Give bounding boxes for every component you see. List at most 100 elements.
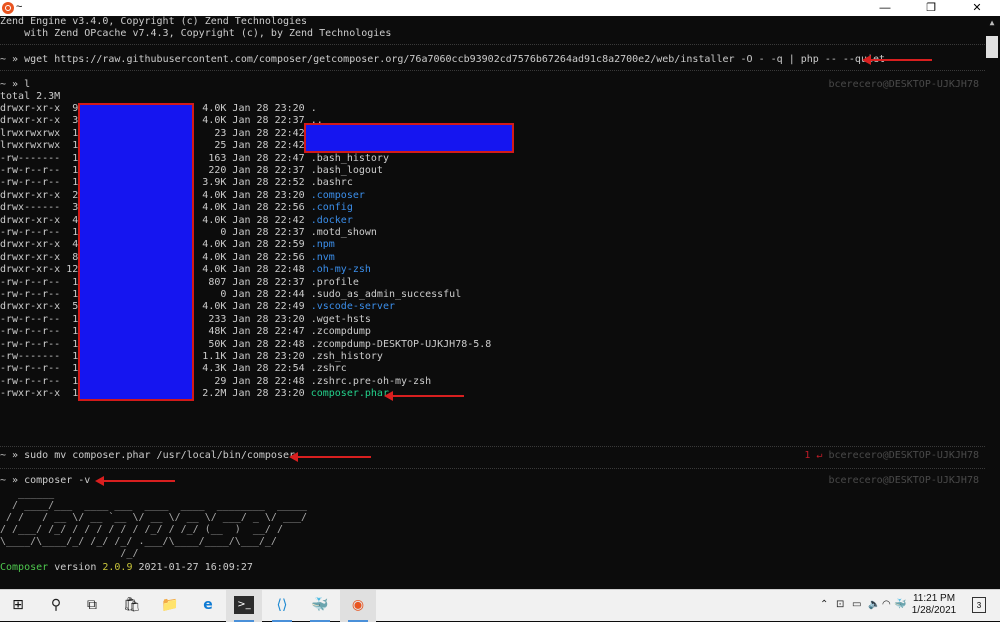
listing-name: .zshrc.pre-oh-my-zsh xyxy=(310,375,432,387)
volume-icon[interactable]: 🔈 xyxy=(868,599,880,610)
listing-size: 4.0K xyxy=(202,214,227,226)
listing-name: .vscode-server xyxy=(310,301,395,313)
listing-links: 9 xyxy=(66,103,79,114)
listing-size: 29 xyxy=(202,375,227,387)
scroll-up-arrow-icon[interactable]: ▲ xyxy=(986,18,998,32)
listing-perms: -rw-r--r-- xyxy=(0,227,61,238)
taskbar-item[interactable]: e xyxy=(190,590,226,622)
taskbar-item[interactable]: ⚲ xyxy=(38,590,74,622)
notification-center-icon[interactable]: 3 xyxy=(972,597,986,613)
version-date: 2021-01-27 16:09:27 xyxy=(132,562,253,573)
listing-name: .npm xyxy=(310,239,335,251)
listing-perms: drwxr-xr-x xyxy=(0,239,61,251)
close-button[interactable]: ✕ xyxy=(954,0,1000,16)
chevron-up-icon[interactable]: ⌃ xyxy=(820,599,828,610)
taskbar-item[interactable]: ◉ xyxy=(340,590,376,622)
taskbar-item[interactable]: ⧉ xyxy=(74,590,110,622)
listing-links: 12 xyxy=(66,264,79,276)
listing-size: 4.0K xyxy=(202,301,227,313)
annotation-arrow xyxy=(384,391,464,401)
terminal-scrollbar[interactable] xyxy=(985,16,1000,589)
taskbar-clock[interactable]: 11:21 PM 1/28/2021 xyxy=(904,593,964,617)
listing-name: .motd_shown xyxy=(310,227,377,238)
listing-size: 163 xyxy=(202,152,227,164)
listing-links: 3 xyxy=(66,202,79,214)
terminal-header-line: Zend Engine v3.4.0, Copyright (c) Zend T… xyxy=(0,16,308,27)
listing-date: Jan 28 22:48 xyxy=(232,375,305,387)
annotation-arrow xyxy=(95,476,175,486)
listing-row: -rw-r--r-- 1 0 Jan 28 22:44 .sudo_as_adm… xyxy=(0,289,461,301)
wifi-icon[interactable]: ◠ xyxy=(882,599,891,610)
search-icon: ⚲ xyxy=(50,597,62,613)
taskbar-item[interactable]: 🛍 xyxy=(114,590,150,622)
right-prompt-user: bcerecero@DESKTOP-UJKJH78 xyxy=(828,450,979,461)
minimize-button[interactable]: — xyxy=(862,0,908,16)
listing-perms: drwxr-xr-x xyxy=(0,189,61,201)
listing-size: 233 xyxy=(202,313,227,325)
listing-size: 25 xyxy=(202,140,227,152)
prompt-symbol: ~ » xyxy=(0,450,19,461)
command-ls: l xyxy=(24,79,31,90)
clock-date: 1/28/2021 xyxy=(911,605,957,616)
exit-status: 1 ↵ xyxy=(804,450,823,461)
listing-date: Jan 28 22:49 xyxy=(232,301,305,313)
command-wget: wget https://raw.githubusercontent.com/c… xyxy=(24,54,886,65)
listing-links: 1 xyxy=(66,326,79,338)
ubuntu-icon xyxy=(2,2,14,14)
vscode-icon: ⟨⟩ xyxy=(276,597,288,613)
listing-perms: drwxr-xr-x xyxy=(0,301,61,313)
taskbar-item[interactable]: >_ xyxy=(226,590,262,622)
listing-links: 1 xyxy=(66,165,79,176)
listing-name: .zshrc xyxy=(310,363,347,375)
annotation-arrow xyxy=(289,452,371,462)
listing-links: 1 xyxy=(66,375,79,387)
listing-perms: -rw-r--r-- xyxy=(0,338,61,350)
listing-perms: -rwxr-xr-x xyxy=(0,388,61,400)
prompt-line: ~ » composer -v xyxy=(0,475,90,487)
listing-date: Jan 28 22:56 xyxy=(232,251,305,263)
listing-links: 2 xyxy=(66,189,79,201)
network-icon[interactable]: ⊡ xyxy=(836,599,844,610)
taskbar-item[interactable]: 🐳 xyxy=(302,590,338,622)
listing-date: Jan 28 23:20 xyxy=(232,103,305,114)
scrollbar-thumb[interactable] xyxy=(986,36,998,58)
listing-size: 4.0K xyxy=(202,239,227,251)
listing-date: Jan 28 23:20 xyxy=(232,351,305,362)
listing-links: 4 xyxy=(66,239,79,251)
listing-row: -rwxr-xr-x 1 2.2M Jan 28 23:20 composer.p… xyxy=(0,388,389,400)
taskbar-item[interactable]: ⊞ xyxy=(0,590,36,622)
listing-perms: lrwxrwxrwx xyxy=(0,140,61,152)
listing-name: .nvm xyxy=(310,251,335,263)
listing-total: total 2.3M xyxy=(0,91,61,102)
listing-links: 1 xyxy=(66,140,79,152)
listing-links: 1 xyxy=(66,276,79,288)
composer-word: Composer xyxy=(0,562,49,573)
composer-version-line: Composer version 2.0.9 2021-01-27 16:09:… xyxy=(0,562,253,574)
taskbar-item[interactable]: 📁 xyxy=(152,590,188,622)
window-title: ~ xyxy=(16,1,23,13)
listing-links: 4 xyxy=(66,214,79,226)
listing-row: -rw-r--r-- 1 50K Jan 28 22:48 .zcompdump… xyxy=(0,339,491,351)
display-icon[interactable]: ▭ xyxy=(852,599,861,610)
version-number: 2.0.9 xyxy=(102,562,133,573)
listing-links: 1 xyxy=(66,152,79,164)
taskbar-item[interactable]: ⟨⟩ xyxy=(264,590,300,622)
right-prompt: 1 ↵ bcerecero@DESKTOP-UJKJH78 xyxy=(804,450,979,462)
listing-links: 1 xyxy=(66,363,79,375)
listing-perms: drwxr-xr-x xyxy=(0,115,61,127)
listing-row: -rw-r--r-- 1 29 Jan 28 22:48 .zshrc.pre-… xyxy=(0,376,431,388)
windows-start-icon: ⊞ xyxy=(12,597,24,613)
listing-links: 5 xyxy=(66,301,79,313)
terminal-output[interactable]: Zend Engine v3.4.0, Copyright (c) Zend T… xyxy=(0,16,985,589)
listing-date: Jan 28 23:20 xyxy=(232,189,305,201)
command-composer-version: composer -v xyxy=(24,475,91,486)
listing-name: .wget-hsts xyxy=(310,313,371,325)
prompt-symbol: ~ » xyxy=(0,475,19,486)
listing-row: drwxr-xr-x 5 4.0K Jan 28 22:49 .vscode-se… xyxy=(0,301,395,313)
listing-links: 1 xyxy=(66,313,79,325)
listing-size: 4.0K xyxy=(202,202,227,214)
listing-name: .zcompdump xyxy=(310,326,371,338)
listing-date: Jan 28 22:42 xyxy=(232,140,305,152)
maximize-button[interactable]: ❐ xyxy=(908,0,954,16)
listing-date: Jan 28 22:47 xyxy=(232,326,305,338)
